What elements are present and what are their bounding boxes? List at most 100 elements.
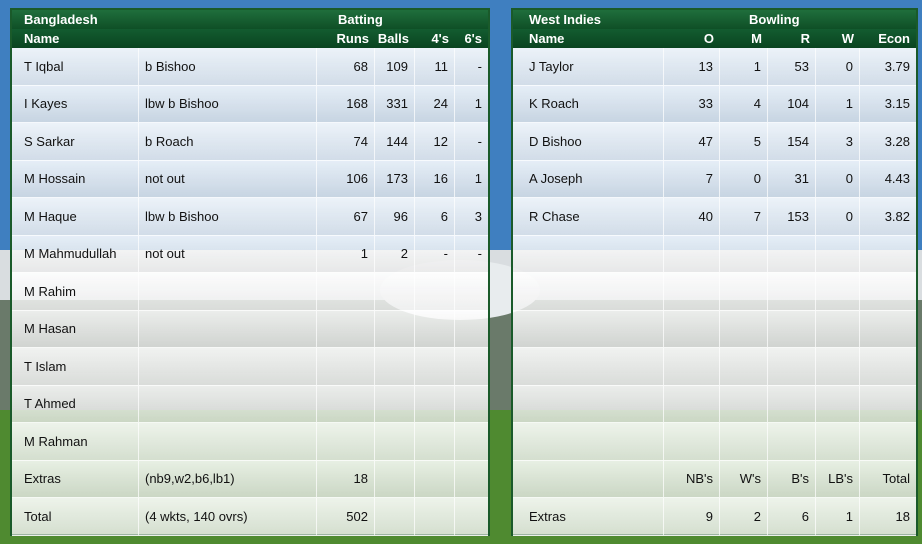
bowler-name-cell (513, 310, 664, 347)
balls-cell: 173 (375, 160, 415, 197)
fours-cell (415, 460, 455, 497)
fours-cell: 16 (415, 160, 455, 197)
overs-cell (664, 273, 720, 310)
maidens-cell (720, 273, 768, 310)
col-runs: R (800, 31, 810, 46)
batter-name-cell: Total (12, 498, 139, 535)
runs-cell (768, 310, 816, 347)
bowling-row: R Chase 40 7 153 0 3.82 (513, 198, 916, 236)
sixes-cell: - (477, 133, 482, 149)
col-name: Name (24, 31, 60, 46)
runs-cell: 68 (317, 48, 375, 85)
dismissal-cell: lbw b Bishoo (139, 198, 317, 235)
bowling-row: K Roach 33 4 104 1 3.15 (513, 85, 916, 123)
batting-row: M Hossain not out 106 173 16 1 (12, 160, 488, 198)
bowler-name-cell (513, 235, 664, 272)
dismissal-cell (139, 385, 317, 422)
wickets-cell: 1 (816, 85, 860, 122)
fours-cell (415, 310, 455, 347)
overs-cell: 9 (664, 498, 720, 535)
col-sixes: 6's (464, 31, 482, 46)
economy-cell: 4.43 (884, 171, 910, 187)
batting-rows: T Iqbal b Bishoo 68 109 11- I Kayes lbw b Bish… (12, 48, 488, 536)
bowling-rows: J Taylor 13 1 53 0 3.79 K Roach 33 4 104 1 3.15 D Bi… (513, 48, 916, 536)
maidens-cell: 4 (720, 85, 768, 122)
balls-cell: 331 (375, 85, 415, 122)
bowling-row: D Bishoo 47 5 154 3 3.28 (513, 123, 916, 161)
economy-cell (860, 311, 916, 348)
batting-row: M Mahmudullah not out 1 2- - (12, 235, 488, 273)
wickets-cell: 1 (816, 498, 860, 535)
balls-cell: 109 (375, 48, 415, 85)
wickets-cell: 0 (816, 48, 860, 85)
runs-cell: B's (768, 460, 816, 497)
sixes-cell (455, 386, 488, 423)
col-maidens: M (751, 31, 762, 46)
runs-cell: 106 (317, 160, 375, 197)
batter-name-cell: Extras (12, 460, 139, 497)
runs-cell: 6 (768, 498, 816, 535)
balls-cell: 144 (375, 123, 415, 160)
runs-cell (317, 385, 375, 422)
bowler-name-cell (513, 460, 664, 497)
batting-row: M Rahman (12, 423, 488, 461)
col-how-out (139, 29, 317, 48)
sixes-cell: 1 (474, 96, 482, 112)
fours-cell (415, 385, 455, 422)
balls-cell (375, 460, 415, 497)
bowling-scorecard: West Indies Bowling Name O M R W Econ J … (511, 8, 918, 536)
batter-name-cell: M Hasan (12, 310, 139, 347)
balls-cell: 2 (375, 235, 415, 272)
overs-cell: 13 (664, 48, 720, 85)
maidens-cell (720, 235, 768, 272)
runs-cell (768, 385, 816, 422)
balls-cell (375, 273, 415, 310)
batting-row: Total (4 wkts, 140 ovrs) 502 (12, 498, 488, 536)
overs-cell (664, 423, 720, 460)
batter-name-cell: T Ahmed (12, 385, 139, 422)
batting-team-header: Bangladesh Batting (12, 10, 488, 29)
maidens-cell (720, 385, 768, 422)
runs-cell (317, 273, 375, 310)
bowling-row (513, 423, 916, 461)
bowler-name-cell: Extras (513, 498, 664, 535)
fours-cell: 6 (415, 198, 455, 235)
batter-name-cell: T Iqbal (12, 48, 139, 85)
fours-cell (415, 498, 455, 535)
runs-cell: 1 (317, 235, 375, 272)
sixes-cell (455, 311, 488, 348)
bowler-name-cell (513, 348, 664, 385)
economy-cell: 3.28 (884, 133, 910, 149)
runs-cell: 168 (317, 85, 375, 122)
runs-cell: 67 (317, 198, 375, 235)
batter-name-cell: S Sarkar (12, 123, 139, 160)
maidens-cell (720, 348, 768, 385)
sixes-cell (455, 423, 488, 460)
bowling-team-name: West Indies (529, 12, 602, 27)
fours-cell: 12 (415, 123, 455, 160)
runs-cell (768, 348, 816, 385)
bowling-row: NB's W's B's LB's Total (513, 460, 916, 498)
bowler-name-cell: R Chase (513, 198, 664, 235)
dismissal-cell (139, 423, 317, 460)
overs-cell (664, 310, 720, 347)
bowling-column-headers: Name O M R W Econ (513, 29, 916, 48)
bowling-row (513, 235, 916, 273)
sixes-cell (455, 273, 488, 310)
economy-cell: 3.79 (884, 58, 910, 74)
bowling-row: A Joseph 7 0 31 0 4.43 (513, 160, 916, 198)
balls-cell (375, 423, 415, 460)
batting-row: T Ahmed (12, 385, 488, 423)
runs-cell: 104 (768, 85, 816, 122)
batting-row: M Rahim (12, 273, 488, 311)
runs-cell: 18 (317, 460, 375, 497)
maidens-cell: 5 (720, 123, 768, 160)
maidens-cell: 2 (720, 498, 768, 535)
sixes-cell: - (477, 246, 482, 262)
bowler-name-cell (513, 423, 664, 460)
bowler-name-cell (513, 385, 664, 422)
col-fours: 4's (431, 31, 449, 46)
economy-cell: 18 (895, 508, 910, 524)
bowler-name-cell: K Roach (513, 85, 664, 122)
batter-name-cell: M Rahman (12, 423, 139, 460)
